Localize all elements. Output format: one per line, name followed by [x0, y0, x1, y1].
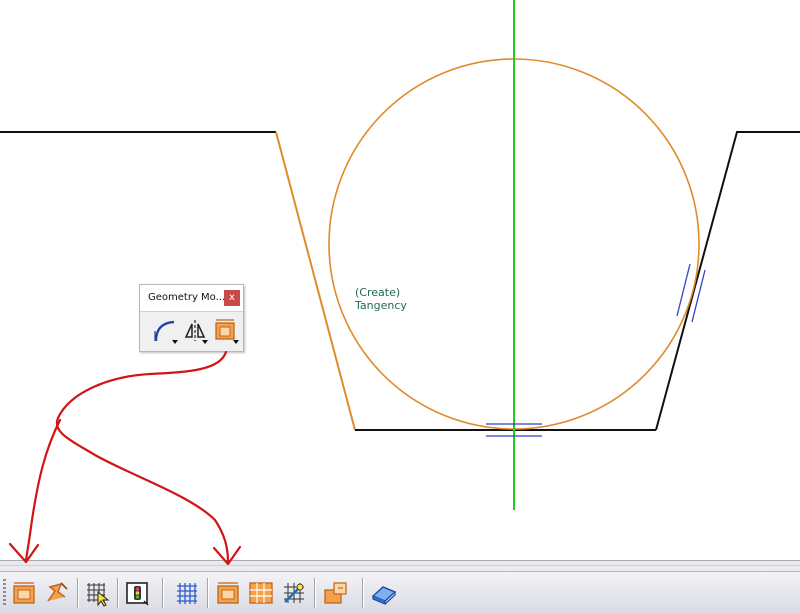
hint-line-2: Tangency [355, 299, 407, 312]
cut-constraint-button[interactable] [280, 579, 308, 607]
frame-grid-button[interactable] [247, 579, 275, 607]
sketch-tools-toolbar[interactable] [0, 571, 800, 614]
geometry-modification-toolbar[interactable]: Geometry Mo... x [139, 284, 244, 352]
sketch-canvas[interactable]: (Create) Tangency [0, 0, 800, 560]
sketch-frame-button[interactable] [10, 579, 38, 607]
grid-icon [177, 583, 197, 604]
cut-constraint-icon [284, 583, 304, 603]
sketch-plane-button[interactable] [370, 579, 398, 607]
hint-line-1: (Create) [355, 286, 401, 299]
grid-select-button[interactable] [83, 579, 111, 607]
grid-button[interactable] [173, 579, 201, 607]
toolbar-separator [77, 578, 78, 608]
tangency-symbol-right [676, 263, 706, 323]
toolbar-separator [362, 578, 363, 608]
toolbar-tools [140, 312, 243, 349]
toolbar-title-bar[interactable]: Geometry Mo... x [140, 285, 243, 312]
divider [0, 560, 800, 561]
output-feature-icon [324, 582, 347, 604]
chevron-down-icon [233, 340, 239, 344]
toolbar-separator [162, 578, 163, 608]
close-button[interactable]: x [224, 290, 240, 306]
profile-left-slant[interactable] [275, 131, 356, 431]
toolbar-separator [314, 578, 315, 608]
create-tangency-hint: (Create) Tangency [355, 286, 407, 312]
sketch-plane-icon [371, 586, 397, 605]
sketch-frame-icon [217, 582, 239, 604]
toolbar-title: Geometry Mo... [148, 292, 226, 303]
sketch-frame-icon [13, 582, 35, 604]
toolbar-separator [207, 578, 208, 608]
bottom-toolbar-area [0, 560, 800, 614]
constraint-display-icon [126, 582, 149, 606]
profile-edit-icon [47, 582, 68, 602]
chevron-down-icon [202, 340, 208, 344]
divider [0, 565, 800, 566]
sketch-frame-button-2[interactable] [214, 579, 242, 607]
constraint-display-button[interactable] [123, 579, 151, 607]
sketch-geometry[interactable] [0, 0, 800, 560]
toolbar-grip[interactable] [3, 579, 6, 607]
sketch-frame-button[interactable] [212, 317, 239, 344]
grid-select-icon [87, 583, 110, 607]
output-feature-button[interactable] [322, 579, 350, 607]
chevron-down-icon [172, 340, 178, 344]
frame-grid-icon [249, 582, 273, 604]
corner-button[interactable] [152, 317, 178, 344]
profile-edit-button[interactable] [43, 579, 71, 607]
profile-right-segment[interactable] [655, 131, 800, 431]
toolbar-separator [117, 578, 118, 608]
mirror-button[interactable] [182, 317, 208, 344]
